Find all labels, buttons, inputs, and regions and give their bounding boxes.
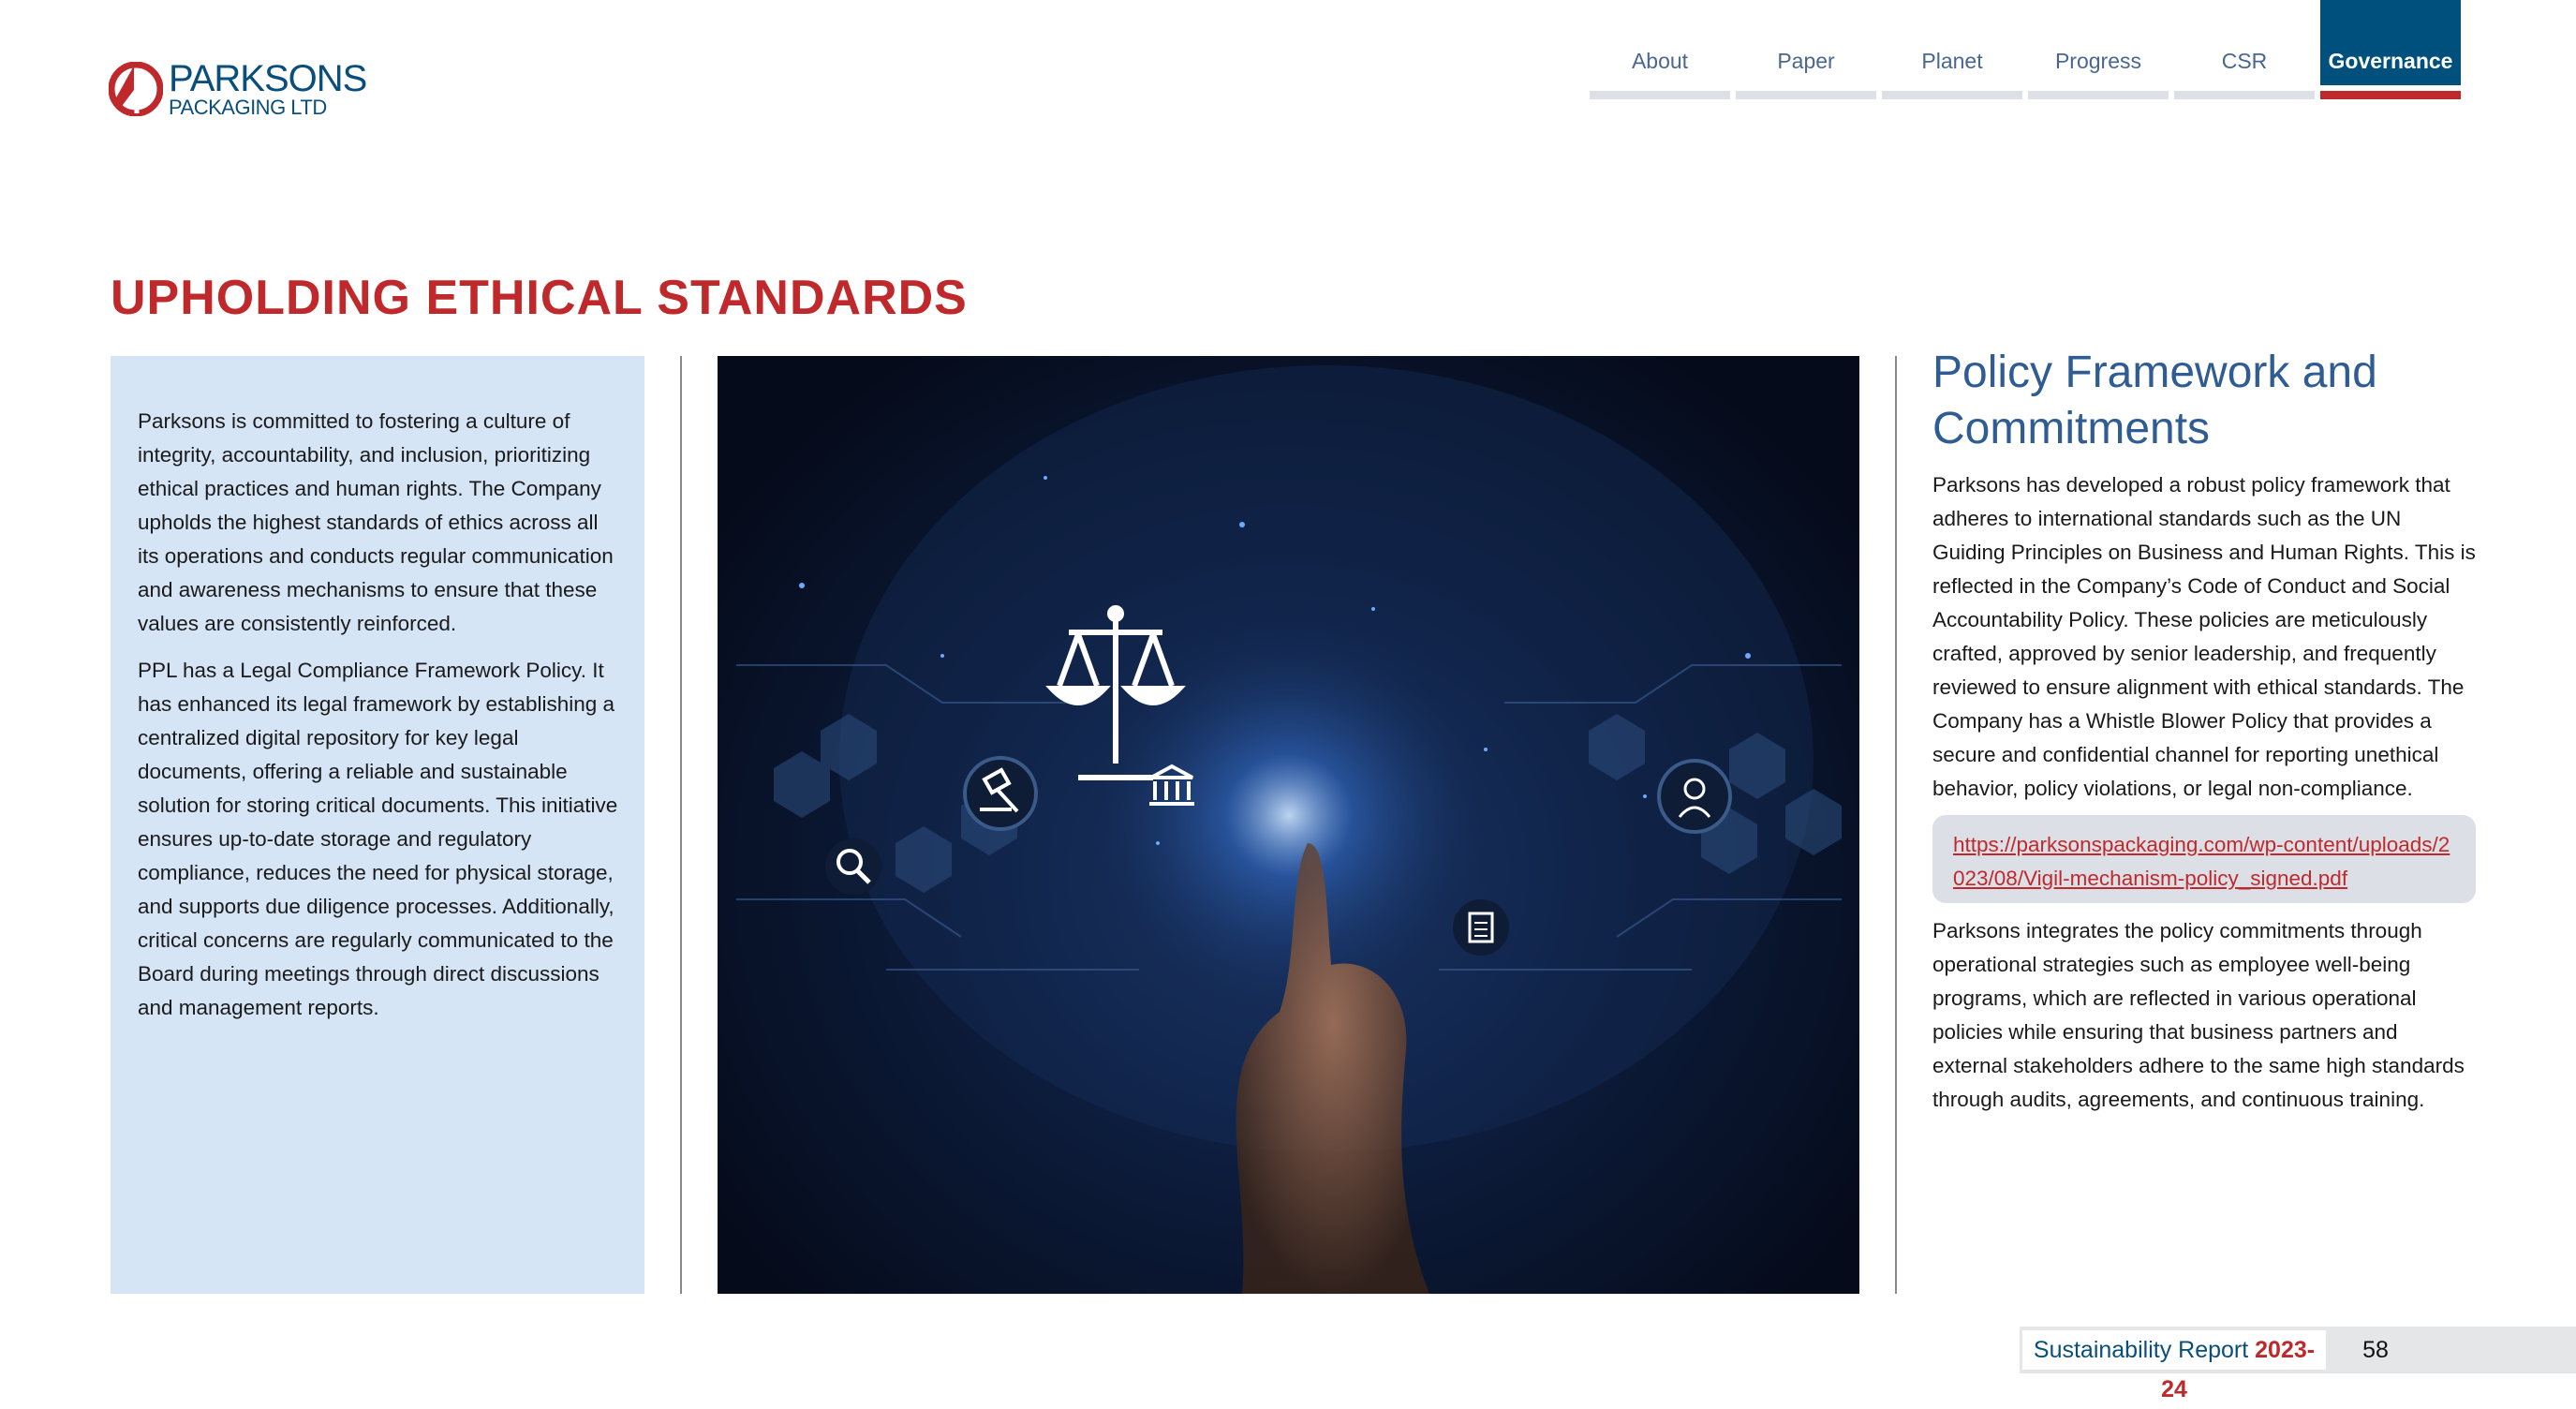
tab-label: CSR (2221, 49, 2268, 73)
intro-box: Parksons is committed to fostering a cul… (111, 356, 644, 1294)
report-label: Sustainability Report 2023-24 (2022, 1330, 2326, 1402)
tab-label: Governance (2328, 49, 2453, 73)
document-icon (1453, 899, 1509, 956)
tab-underline (1736, 91, 1876, 99)
tab-label: Progress (2054, 49, 2142, 73)
judge-icon (1657, 759, 1732, 834)
divider (1895, 356, 1897, 1294)
integration-paragraph: Parksons integrates the policy commitmen… (1932, 919, 2465, 1111)
policy-section: Policy Framework and Commitments Parkson… (1932, 345, 2476, 1126)
policy-link[interactable]: https://parksonspackaging.com/wp-content… (1953, 833, 2450, 890)
tab-planet[interactable]: Planet (1882, 0, 2022, 99)
logo-subname: PACKAGING LTD (169, 96, 327, 119)
tab-about[interactable]: About (1590, 0, 1730, 99)
gavel-icon (963, 756, 1038, 831)
logo-name: PARKSONS (169, 58, 367, 99)
tab-underline (1882, 91, 2022, 99)
ethics-image (718, 356, 1859, 1294)
tab-csr[interactable]: CSR (2174, 0, 2315, 99)
tab-governance[interactable]: Governance (2320, 0, 2461, 99)
magnifier-icon (825, 838, 881, 895)
tab-underline (1590, 91, 1730, 99)
report-name: Sustainability Report (2033, 1337, 2249, 1363)
legal-paragraph: PPL has a Legal Compliance Framework Pol… (138, 659, 618, 1019)
tab-paper[interactable]: Paper (1736, 0, 1876, 99)
tab-label: Planet (1921, 49, 1983, 73)
intro-paragraph: Parksons is committed to fostering a cul… (138, 409, 614, 635)
parksons-logo-icon (109, 62, 163, 116)
tab-label: Paper (1777, 49, 1835, 73)
policy-paragraph: Parksons has developed a robust policy f… (1932, 473, 2476, 800)
tab-underline (2320, 91, 2461, 99)
tab-progress[interactable]: Progress (2028, 0, 2169, 99)
page-title: UPHOLDING ETHICAL STANDARDS (111, 271, 968, 325)
tab-underline (2028, 91, 2169, 99)
footer: Sustainability Report 2023-24 58 (2020, 1327, 2576, 1402)
top-nav: About Paper Planet Progress CSR Governan… (1590, 0, 2461, 99)
link-box: https://parksonspackaging.com/wp-content… (1932, 815, 2476, 903)
page-number: 58 (2362, 1337, 2389, 1363)
logo[interactable]: PARKSONS PACKAGING LTD (109, 58, 367, 119)
section-heading: Policy Framework and Commitments (1932, 348, 2377, 453)
tab-underline (2174, 91, 2315, 99)
divider (680, 356, 682, 1294)
tab-label: About (1631, 49, 1689, 73)
